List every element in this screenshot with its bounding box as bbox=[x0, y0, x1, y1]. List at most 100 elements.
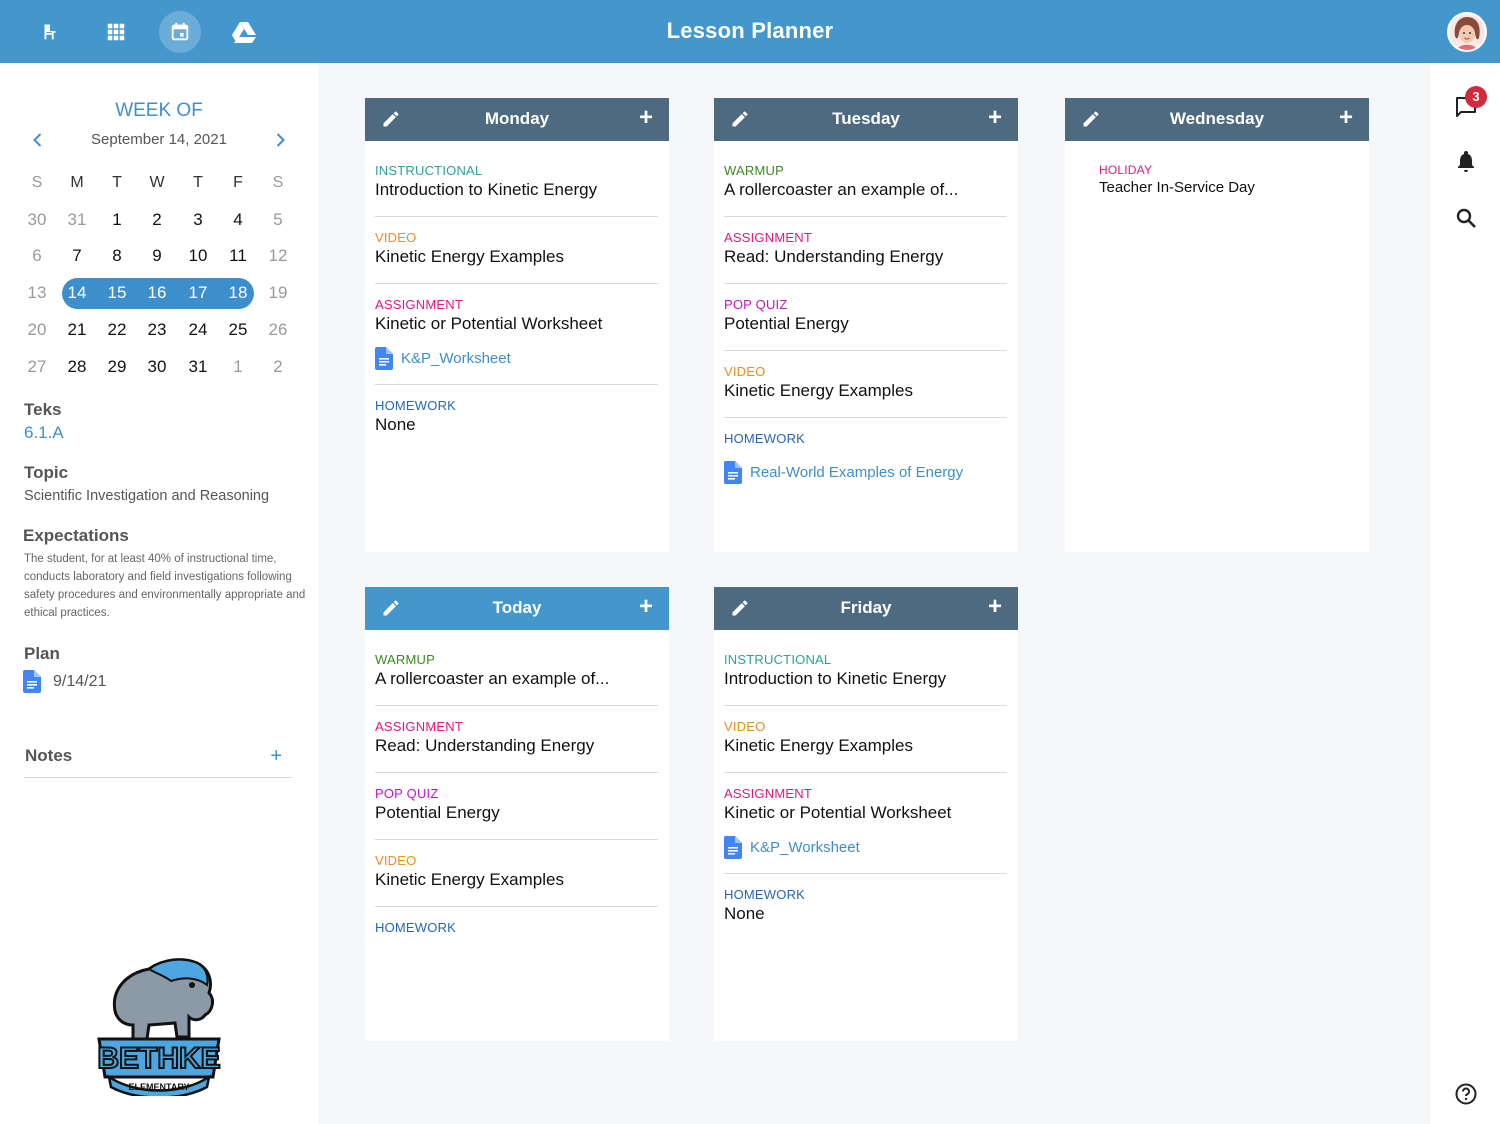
user-avatar[interactable] bbox=[1447, 12, 1487, 52]
calendar-day[interactable]: 10 bbox=[178, 241, 218, 271]
lesson-item[interactable]: VIDEO Kinetic Energy Examples bbox=[375, 230, 658, 267]
calendar-day[interactable]: 25 bbox=[218, 315, 258, 345]
sidebar: WEEK OF September 14, 2021 S M T W T F S 30 31 1 2… bbox=[0, 63, 318, 1124]
item-category: ASSIGNMENT bbox=[375, 719, 463, 734]
calendar-day[interactable]: 15 bbox=[97, 278, 137, 308]
chevron-left-icon[interactable] bbox=[28, 130, 48, 150]
lesson-item[interactable]: ASSIGNMENT Kinetic or Potential Worksheet bbox=[375, 297, 658, 334]
calendar-day[interactable]: 28 bbox=[57, 352, 97, 382]
lesson-item[interactable]: WARMUP A rollercoaster an example of... bbox=[375, 652, 658, 689]
day-label: Wednesday bbox=[1169, 109, 1265, 128]
add-item-button[interactable]: + bbox=[639, 106, 653, 130]
calendar-day[interactable]: 8 bbox=[97, 241, 137, 271]
item-category: HOMEWORK bbox=[724, 431, 806, 446]
lesson-item[interactable]: HOLIDAY Teacher In-Service Day bbox=[1099, 163, 1382, 196]
calendar-day[interactable]: 11 bbox=[218, 241, 258, 271]
item-category: VIDEO bbox=[375, 230, 417, 245]
calendar-day[interactable]: 17 bbox=[178, 278, 218, 308]
calendar-day[interactable]: 13 bbox=[17, 278, 57, 308]
day-label: Tuesday bbox=[832, 109, 900, 128]
lesson-item[interactable]: HOMEWORK bbox=[375, 920, 658, 935]
lesson-item[interactable]: ASSIGNMENT Kinetic or Potential Worksheet bbox=[724, 786, 1007, 823]
search-icon[interactable] bbox=[1454, 206, 1478, 230]
lesson-item[interactable]: HOMEWORK bbox=[724, 431, 1007, 446]
lesson-item[interactable]: VIDEO Kinetic Energy Examples bbox=[375, 853, 658, 890]
calendar-day[interactable]: 18 bbox=[218, 278, 258, 308]
attached-file[interactable]: Real-World Examples of Energy bbox=[724, 461, 963, 484]
calendar-day[interactable]: 31 bbox=[57, 205, 97, 235]
notes-label: Notes bbox=[25, 746, 73, 765]
calendar-day[interactable]: 20 bbox=[17, 315, 57, 345]
calendar-day[interactable]: 21 bbox=[57, 315, 97, 345]
item-divider bbox=[724, 873, 1007, 874]
day-card-wednesday: Wednesday + HOLIDAY Teacher In-Service Day bbox=[1065, 98, 1369, 552]
calendar-day[interactable]: 24 bbox=[178, 315, 218, 345]
lesson-item[interactable]: INSTRUCTIONAL Introduction to Kinetic Ene… bbox=[375, 163, 658, 200]
day-card-header: Friday + bbox=[714, 587, 1018, 630]
teks-label: Teks bbox=[24, 400, 62, 419]
add-item-button[interactable]: + bbox=[639, 595, 653, 619]
attached-file[interactable]: K&P_Worksheet bbox=[724, 836, 860, 859]
item-divider bbox=[375, 906, 658, 907]
item-title: Potential Energy bbox=[724, 314, 849, 333]
calendar-day[interactable]: 1 bbox=[218, 352, 258, 382]
lesson-item[interactable]: HOMEWORK None bbox=[375, 398, 658, 435]
help-icon[interactable] bbox=[1454, 1082, 1478, 1106]
topic-label: Topic bbox=[24, 463, 69, 482]
attached-file[interactable]: K&P_Worksheet bbox=[375, 347, 511, 370]
top-bar: Lesson Planner bbox=[0, 0, 1500, 63]
lesson-item[interactable]: VIDEO Kinetic Energy Examples bbox=[724, 719, 1007, 756]
bell-icon[interactable] bbox=[1454, 149, 1478, 173]
calendar-day[interactable]: 16 bbox=[137, 278, 177, 308]
calendar-day[interactable]: 9 bbox=[137, 241, 177, 271]
item-divider bbox=[375, 216, 658, 217]
teks-value[interactable]: 6.1.A bbox=[24, 423, 64, 443]
calendar-day[interactable]: 3 bbox=[178, 205, 218, 235]
calendar-day[interactable]: 6 bbox=[17, 241, 57, 271]
calendar-day[interactable]: 29 bbox=[97, 352, 137, 382]
school-logo: BETHKE ELEMENTARY bbox=[97, 958, 221, 1096]
calendar-day[interactable]: 2 bbox=[137, 205, 177, 235]
calendar-day[interactable]: 2 bbox=[258, 352, 298, 382]
calendar-day[interactable]: 1 bbox=[97, 205, 137, 235]
add-item-button[interactable]: + bbox=[988, 595, 1002, 619]
lesson-item[interactable]: POP QUIZ Potential Energy bbox=[375, 786, 658, 823]
lesson-item[interactable]: VIDEO Kinetic Energy Examples bbox=[724, 364, 1007, 401]
calendar-day[interactable]: 30 bbox=[137, 352, 177, 382]
item-category: HOMEWORK bbox=[724, 887, 806, 902]
lesson-item[interactable]: WARMUP A rollercoaster an example of... bbox=[724, 163, 1007, 200]
notes-row: Notes + bbox=[24, 745, 292, 778]
calendar-day[interactable]: 5 bbox=[258, 205, 298, 235]
plan-file-name: 9/14/21 bbox=[53, 672, 107, 690]
lesson-item[interactable]: ASSIGNMENT Read: Understanding Energy bbox=[724, 230, 1007, 267]
calendar-day[interactable]: 22 bbox=[97, 315, 137, 345]
item-title: None bbox=[724, 904, 765, 923]
calendar-day[interactable]: 30 bbox=[17, 205, 57, 235]
item-title: None bbox=[375, 415, 416, 434]
calendar-day[interactable]: 14 bbox=[57, 278, 97, 308]
add-note-button[interactable]: + bbox=[270, 745, 282, 768]
calendar-day[interactable]: 7 bbox=[57, 241, 97, 271]
doc-icon bbox=[375, 347, 393, 370]
calendar-day[interactable]: 27 bbox=[17, 352, 57, 382]
add-item-button[interactable]: + bbox=[1339, 106, 1353, 130]
app-title: Lesson Planner bbox=[666, 18, 834, 43]
lesson-item[interactable]: POP QUIZ Potential Energy bbox=[724, 297, 1007, 334]
weekday-header: S bbox=[272, 174, 284, 191]
calendar-day[interactable]: 19 bbox=[258, 278, 298, 308]
item-title: Read: Understanding Energy bbox=[724, 247, 944, 266]
lesson-item[interactable]: ASSIGNMENT Read: Understanding Energy bbox=[375, 719, 658, 756]
doc-icon bbox=[724, 836, 742, 859]
lesson-item[interactable]: INSTRUCTIONAL Introduction to Kinetic Ene… bbox=[724, 652, 1007, 689]
chevron-right-icon[interactable] bbox=[270, 130, 290, 150]
calendar-day[interactable]: 4 bbox=[218, 205, 258, 235]
lesson-item[interactable]: HOMEWORK None bbox=[724, 887, 1007, 924]
day-label: Today bbox=[492, 598, 542, 617]
calendar-day[interactable]: 12 bbox=[258, 241, 298, 271]
calendar-day[interactable]: 23 bbox=[137, 315, 177, 345]
plan-file[interactable]: 9/14/21 bbox=[23, 670, 106, 693]
calendar-day[interactable]: 31 bbox=[178, 352, 218, 382]
calendar-day[interactable]: 26 bbox=[258, 315, 298, 345]
add-item-button[interactable]: + bbox=[988, 106, 1002, 130]
expectations-label: Expectations bbox=[23, 526, 129, 545]
